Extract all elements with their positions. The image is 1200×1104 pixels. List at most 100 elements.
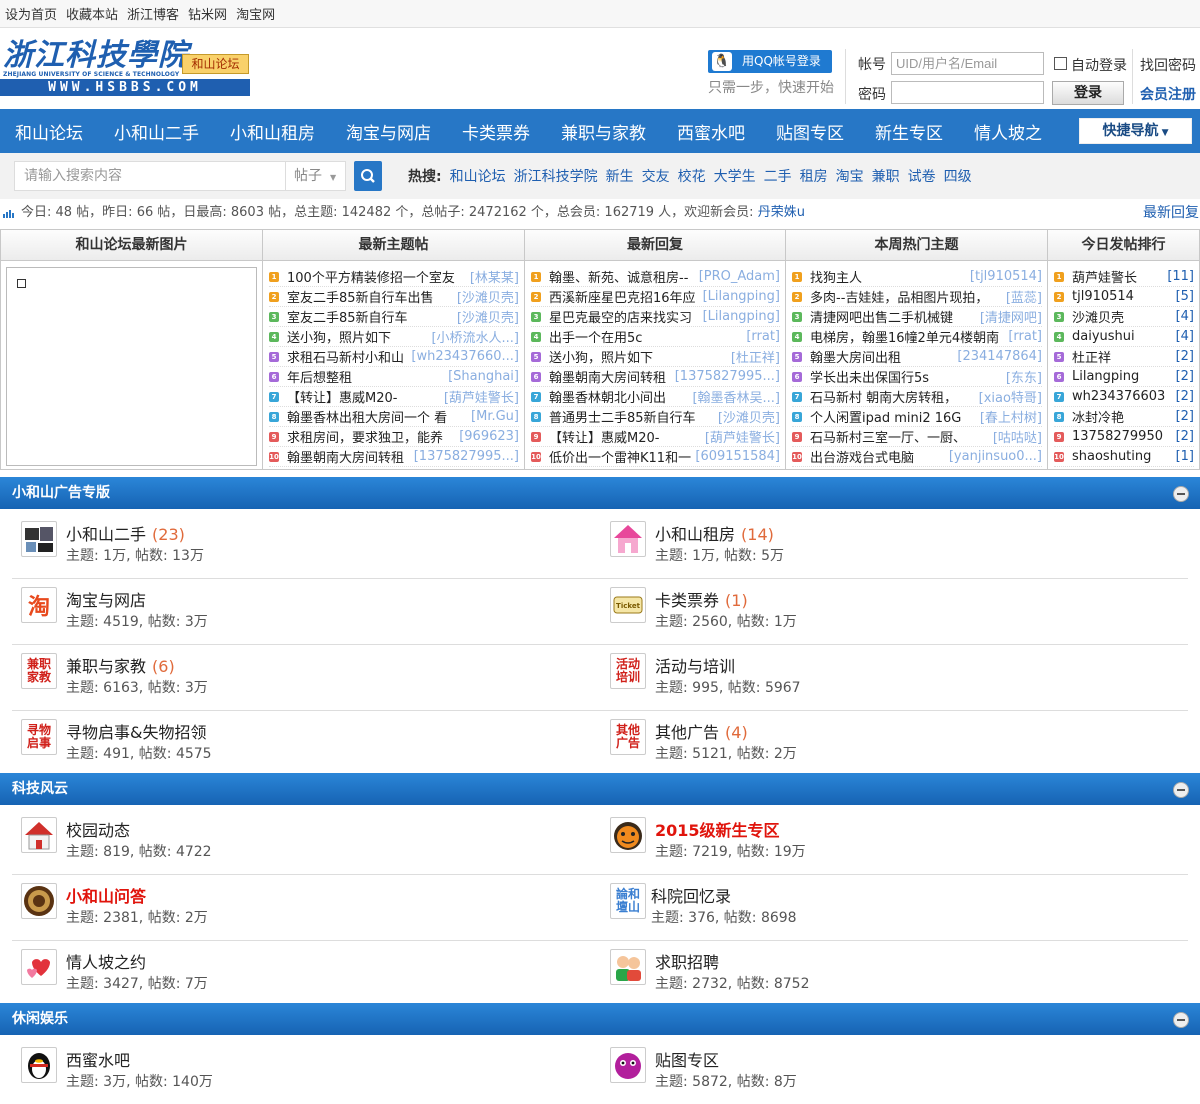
new-member-link[interactable]: 丹荣姝u: [758, 205, 805, 220]
list-item[interactable]: 2 tjl910514 [5]: [1054, 287, 1194, 307]
item-author[interactable]: [tjl910514]: [970, 269, 1042, 284]
item-author[interactable]: [rrat]: [746, 329, 780, 344]
item-author[interactable]: [蓝蕊]: [1006, 287, 1042, 306]
list-item[interactable]: 4 出手一个在用5c [rrat]: [531, 327, 780, 347]
item-title[interactable]: 100个平方精装修招一个室友: [287, 267, 466, 286]
list-item[interactable]: 4 电梯房，翰墨16幢2单元4楼朝南 [rrat]: [792, 327, 1042, 347]
item-title[interactable]: Lilangping: [1072, 369, 1172, 384]
list-item[interactable]: 3 清捷网吧出售二手机械键 [清捷网吧]: [792, 307, 1042, 327]
item-title[interactable]: 翰墨香林朝北小间出: [549, 387, 688, 406]
list-item[interactable]: 4 送小狗，照片如下 [小桥流水人...]: [269, 327, 519, 347]
forum-item[interactable]: 淘淘宝与网店 主题: 4519, 帖数: 3万: [21, 587, 581, 644]
item-author[interactable]: [咕咕哒]: [993, 427, 1042, 446]
hot-search-word[interactable]: 和山论坛: [450, 166, 506, 186]
item-author[interactable]: [东东]: [1006, 367, 1042, 386]
item-title[interactable]: shaoshuting: [1072, 449, 1172, 464]
nav-item[interactable]: 和山论坛: [15, 119, 83, 144]
forum-name[interactable]: 兼职与家教 (6): [66, 653, 175, 677]
item-author[interactable]: [春上村树]: [980, 407, 1042, 426]
item-title[interactable]: 【转让】惠威M20-: [549, 427, 701, 446]
item-count[interactable]: [2]: [1176, 409, 1194, 424]
list-item[interactable]: 8 个人闲置ipad mini2 16G [春上村树]: [792, 407, 1042, 427]
item-title[interactable]: 室友二手85新自行车出售: [287, 287, 453, 306]
list-item[interactable]: 1 翰墨、新苑、诚意租房-- [PRO_Adam]: [531, 267, 780, 287]
item-title[interactable]: daiyushui: [1072, 329, 1172, 344]
forum-name[interactable]: 西蜜水吧: [66, 1047, 130, 1071]
item-title[interactable]: 个人闲置ipad mini2 16G: [810, 407, 976, 426]
item-title[interactable]: 【转让】惠威M20-: [287, 387, 440, 406]
list-item[interactable]: 9 求租房间，要求独卫，能养 [969623]: [269, 427, 519, 447]
search-button[interactable]: [354, 161, 382, 191]
item-author[interactable]: [Shanghai]: [448, 369, 519, 384]
forum-title[interactable]: 寻物启事&失物招领: [66, 723, 206, 742]
item-author[interactable]: [1375827995...]: [675, 369, 780, 384]
item-author[interactable]: [翰墨香林吴...]: [692, 387, 780, 406]
item-author[interactable]: [清捷网吧]: [980, 307, 1042, 326]
list-item[interactable]: 7 【转让】惠威M20- [葫芦娃警长]: [269, 387, 519, 407]
hot-search-word[interactable]: 淘宝: [836, 166, 864, 186]
search-input[interactable]: 请输入搜索内容: [14, 161, 286, 191]
nav-item[interactable]: 小和山租房: [230, 119, 315, 144]
forum-title[interactable]: 求职招聘: [655, 953, 719, 972]
item-author[interactable]: [Lilangping]: [703, 309, 780, 324]
zuanmi-link[interactable]: 钻米网: [188, 4, 227, 23]
item-count[interactable]: [2]: [1176, 349, 1194, 364]
quick-nav-button[interactable]: 快捷导航 ▼: [1079, 118, 1192, 144]
forum-title[interactable]: 淘宝与网店: [66, 591, 146, 610]
item-title[interactable]: 电梯房，翰墨16幢2单元4楼朝南: [810, 327, 1004, 346]
forum-title[interactable]: 兼职与家教: [66, 657, 146, 676]
item-author[interactable]: [葫芦娃警长]: [444, 387, 519, 406]
image-slideshow[interactable]: [6, 267, 257, 466]
item-title[interactable]: 葫芦娃警长: [1072, 267, 1163, 286]
item-title[interactable]: 翰墨香林出租大房间一个 看: [287, 407, 467, 426]
qq-login-button[interactable]: 🐧 用QQ帐号登录: [708, 50, 832, 73]
login-button[interactable]: 登录: [1052, 81, 1124, 105]
forum-name[interactable]: 小和山租房 (14): [655, 521, 774, 545]
forum-item[interactable]: 情人坡之约 主题: 3427, 帖数: 7万: [21, 949, 581, 1006]
list-item[interactable]: 5 翰墨大房间出租 [234147864]: [792, 347, 1042, 367]
item-title[interactable]: 石马新村三室一厅、一厨、: [810, 427, 989, 446]
forum-name[interactable]: 求职招聘: [655, 949, 719, 973]
nav-item[interactable]: 情人坡之: [974, 119, 1042, 144]
item-author[interactable]: [Lilangping]: [703, 289, 780, 304]
item-author[interactable]: [wh23437660...]: [411, 349, 519, 364]
item-count[interactable]: [2]: [1176, 369, 1194, 384]
item-count[interactable]: [11]: [1167, 269, 1194, 284]
forum-name[interactable]: 寻物启事&失物招领: [66, 719, 206, 743]
item-author[interactable]: [沙滩贝壳]: [718, 407, 780, 426]
taobao-link[interactable]: 淘宝网: [236, 4, 275, 23]
forum-title[interactable]: 校园动态: [66, 821, 130, 840]
hot-search-word[interactable]: 兼职: [872, 166, 900, 186]
forum-item[interactable]: 2015级新生专区 主题: 7219, 帖数: 19万: [610, 817, 1170, 874]
forum-title[interactable]: 科院回忆录: [651, 887, 731, 906]
forum-title[interactable]: 小和山二手: [66, 525, 146, 544]
forum-name[interactable]: 2015级新生专区: [655, 817, 780, 841]
item-count[interactable]: [2]: [1176, 389, 1194, 404]
list-item[interactable]: 10 出台游戏台式电脑 [yanjinsuo0...]: [792, 447, 1042, 467]
item-title[interactable]: 翰墨朝南大房间转租: [287, 447, 410, 466]
forum-name[interactable]: 小和山二手 (23): [66, 521, 185, 545]
nav-item[interactable]: 小和山二手: [114, 119, 199, 144]
collapse-icon[interactable]: [1173, 782, 1189, 798]
list-item[interactable]: 1 葫芦娃警长 [11]: [1054, 267, 1194, 287]
forum-item[interactable]: 其他 广告 其他广告 (4) 主题: 5121, 帖数: 2万: [610, 719, 1170, 776]
forum-item[interactable]: 校园动态 主题: 819, 帖数: 4722: [21, 817, 581, 874]
list-item[interactable]: 7 石马新村 朝南大房转租， [xiao特哥]: [792, 387, 1042, 407]
item-count[interactable]: [1]: [1176, 449, 1194, 464]
nav-item[interactable]: 贴图专区: [776, 119, 844, 144]
item-author[interactable]: [葫芦娃警长]: [705, 427, 780, 446]
item-author[interactable]: [rrat]: [1008, 329, 1042, 344]
list-item[interactable]: 10 低价出一个雷神K11和一 [609151584]: [531, 447, 780, 467]
item-title[interactable]: 多肉--吉娃娃，品相图片现拍，: [810, 287, 1002, 306]
hot-search-word[interactable]: 试卷: [908, 166, 936, 186]
item-title[interactable]: 学长出未出保国行5s: [810, 367, 1002, 386]
forum-title[interactable]: 情人坡之约: [66, 953, 146, 972]
item-title[interactable]: 送小狗，照片如下: [549, 347, 727, 366]
list-item[interactable]: 10 翰墨朝南大房间转租 [1375827995...]: [269, 447, 519, 467]
hot-search-word[interactable]: 浙江科技学院: [514, 166, 598, 186]
nav-item[interactable]: 兼职与家教: [561, 119, 646, 144]
forum-title[interactable]: 其他广告: [655, 723, 719, 742]
forum-title[interactable]: 活动与培训: [655, 657, 735, 676]
forum-item[interactable]: 贴图专区 主题: 5872, 帖数: 8万: [610, 1047, 1170, 1104]
list-item[interactable]: 3 星巴克最空的店来找实习 [Lilangping]: [531, 307, 780, 327]
